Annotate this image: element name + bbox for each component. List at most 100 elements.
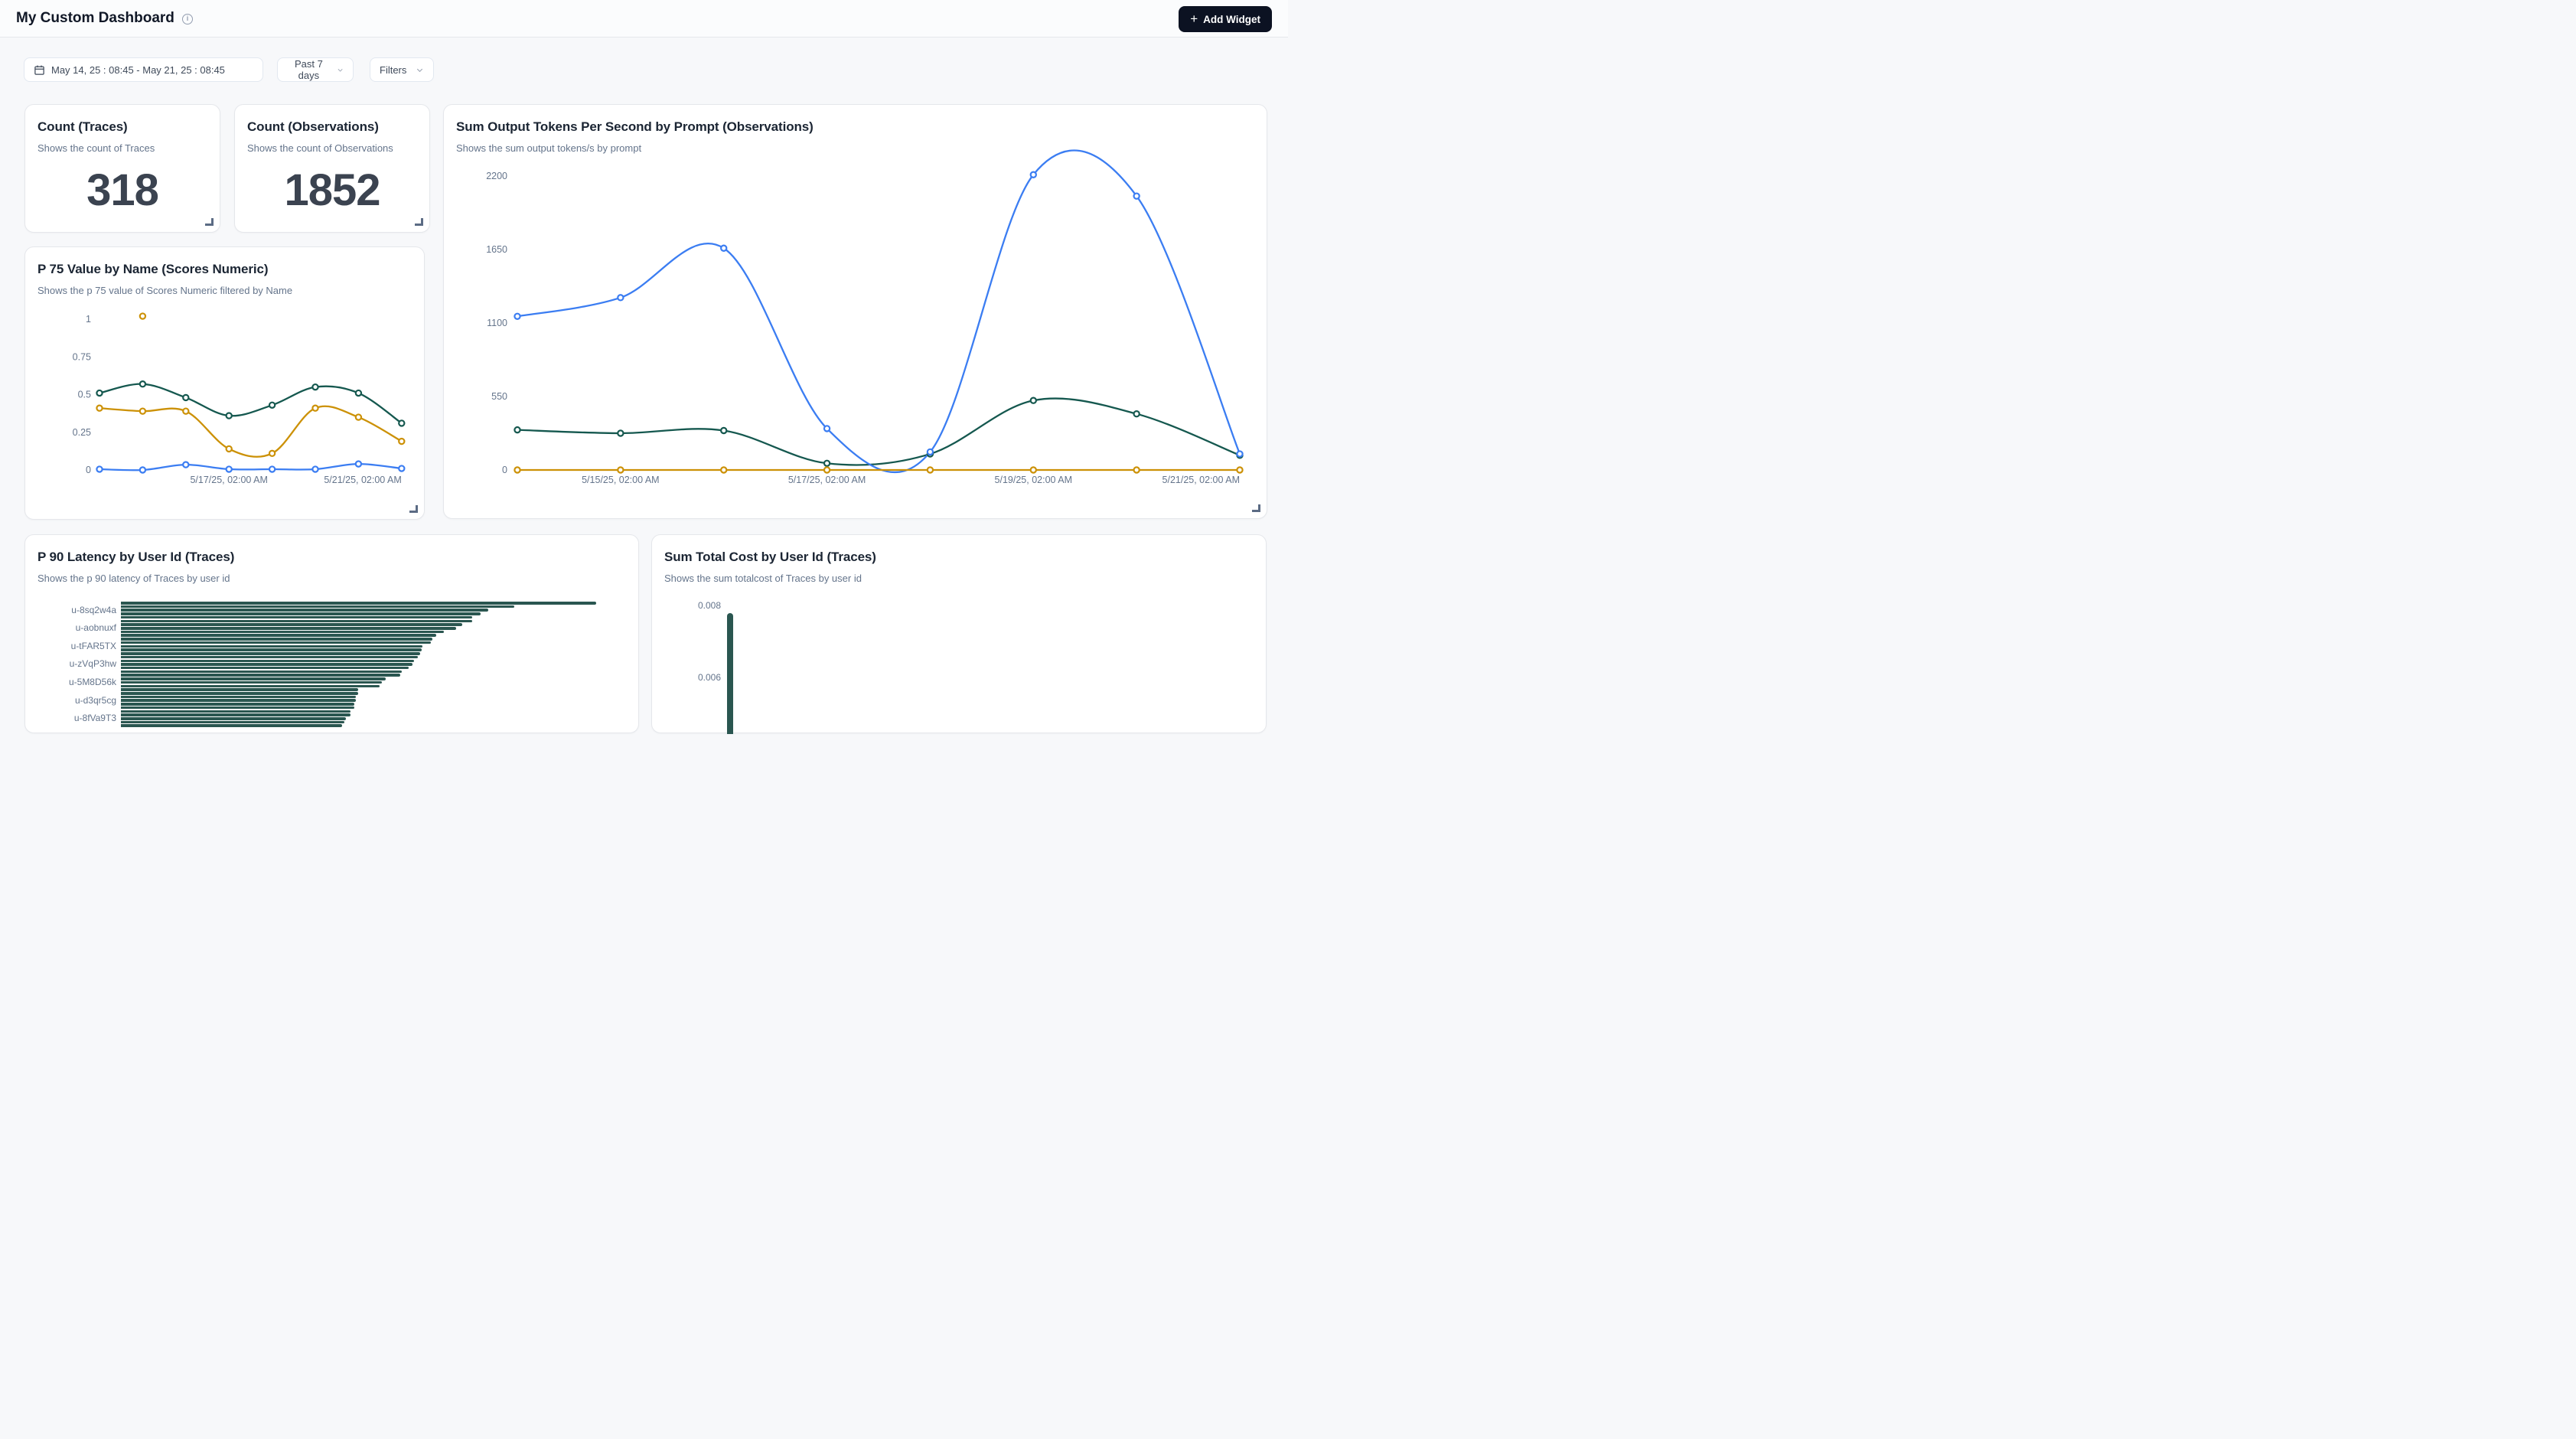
data-point-marker (227, 446, 232, 452)
data-point-marker (227, 413, 232, 418)
data-point-marker (399, 420, 404, 426)
date-range-button[interactable]: May 14, 25 : 08:45 - May 21, 25 : 08:45 (24, 57, 263, 82)
bar-chart-p90-latency: u-8sq2w4au-aobnuxfu-tFAR5TXu-zVqP3hwu-5M… (25, 535, 638, 733)
user-id-label: u-d3qr5cg (32, 695, 116, 706)
resize-handle[interactable] (415, 218, 423, 226)
latency-bar (121, 616, 472, 619)
data-point-marker (721, 467, 726, 472)
data-point-marker (928, 467, 933, 472)
data-point-marker (312, 406, 318, 411)
data-point-marker (1134, 411, 1140, 416)
data-point-marker (721, 428, 726, 433)
data-point-marker (183, 409, 188, 414)
widget-card-tokens-per-second: Sum Output Tokens Per Second by Prompt (… (443, 104, 1267, 519)
data-point-marker (514, 427, 520, 432)
resize-handle[interactable] (1252, 504, 1260, 512)
widget-subtitle: Shows the count of Traces (37, 142, 207, 154)
data-point-marker (356, 414, 361, 419)
x-axis-tick: 5/21/25, 02:00 AM (324, 475, 401, 485)
latency-bar (121, 688, 358, 691)
add-widget-button[interactable]: + Add Widget (1179, 6, 1272, 32)
latency-bar (121, 623, 462, 626)
latency-bar (121, 681, 382, 684)
info-icon[interactable]: i (182, 14, 193, 24)
widget-card-total-cost: Sum Total Cost by User Id (Traces) Shows… (651, 534, 1267, 733)
line-chart-tokens: 22001650110055005/15/25, 02:00 AM5/17/25… (444, 105, 1267, 518)
data-point-marker (1031, 172, 1036, 178)
data-point-marker (399, 465, 404, 471)
data-point-marker (514, 314, 520, 319)
plus-icon: + (1190, 12, 1198, 25)
filters-dropdown[interactable]: Filters (370, 57, 434, 82)
data-point-marker (1237, 467, 1242, 472)
data-point-marker (269, 466, 275, 472)
y-axis-tick: 550 (491, 391, 507, 402)
data-point-marker (721, 246, 726, 251)
data-point-marker (227, 466, 232, 472)
latency-bar (121, 699, 356, 702)
latency-bar (121, 645, 422, 648)
chart-svg: 22001650110055005/15/25, 02:00 AM5/17/25… (444, 105, 1268, 520)
user-id-label: u-aobnuxf (32, 622, 116, 633)
data-point-marker (1134, 194, 1140, 199)
y-axis-tick: 2200 (486, 171, 507, 181)
resize-handle[interactable] (205, 218, 214, 226)
data-point-marker (1134, 467, 1140, 472)
data-point-marker (183, 395, 188, 400)
y-axis-tick: 1100 (487, 318, 507, 328)
data-point-marker (1031, 467, 1036, 472)
x-axis-tick: 5/15/25, 02:00 AM (582, 475, 659, 485)
data-point-marker (140, 409, 145, 414)
latency-bar (121, 660, 414, 663)
y-axis-tick: 0.75 (73, 351, 91, 362)
latency-bar (121, 648, 422, 651)
data-point-marker (269, 451, 275, 456)
y-axis-tick: 0.008 (687, 600, 721, 611)
timeframe-dropdown[interactable]: Past 7 days (277, 57, 354, 82)
data-point-marker (96, 406, 102, 411)
line-chart-p75: 10.750.50.2505/17/25, 02:00 AM5/21/25, 0… (25, 247, 424, 519)
latency-bar (121, 641, 431, 644)
widget-card-p90-latency: P 90 Latency by User Id (Traces) Shows t… (24, 534, 639, 733)
latency-bar (121, 638, 432, 641)
data-point-marker (140, 467, 145, 472)
data-point-marker (618, 467, 623, 472)
data-point-marker (356, 462, 361, 467)
data-point-marker (183, 462, 188, 468)
latency-bar (121, 721, 344, 724)
x-axis-tick: 5/21/25, 02:00 AM (1162, 475, 1240, 485)
resize-handle[interactable] (409, 505, 418, 513)
data-point-marker (96, 390, 102, 396)
count-value: 1852 (235, 165, 429, 216)
data-point-marker (140, 381, 145, 387)
latency-bar (121, 667, 409, 670)
data-point-marker (399, 439, 404, 444)
data-point-marker (618, 430, 623, 436)
bar-chart-total-cost: 0.008 0.006 (652, 535, 1266, 733)
chevron-down-icon (337, 66, 344, 74)
x-axis-tick: 5/17/25, 02:00 AM (788, 475, 866, 485)
data-point-marker (312, 466, 318, 472)
line-series-green (517, 399, 1240, 465)
y-axis-tick: 1 (86, 314, 91, 325)
x-axis-tick: 5/19/25, 02:00 AM (995, 475, 1072, 485)
latency-bar (121, 612, 481, 615)
data-point-marker (1031, 398, 1036, 403)
filters-label: Filters (380, 64, 406, 76)
widget-title: Count (Traces) (37, 119, 207, 135)
widget-subtitle: Shows the count of Observations (247, 142, 417, 154)
latency-bar (121, 605, 514, 609)
latency-bar (121, 713, 351, 716)
latency-bar (121, 602, 596, 605)
y-axis-tick: 0.25 (73, 427, 91, 438)
latency-bar (121, 710, 351, 713)
y-axis-tick: 1650 (486, 244, 507, 255)
user-id-label: u-tFAR5TX (32, 641, 116, 651)
count-value: 318 (25, 165, 220, 216)
y-axis-tick: 0.006 (687, 672, 721, 683)
data-point-marker (312, 384, 318, 390)
timeframe-label: Past 7 days (287, 58, 331, 81)
latency-bar (121, 620, 472, 623)
latency-bar (121, 724, 342, 727)
latency-bar (121, 677, 386, 680)
